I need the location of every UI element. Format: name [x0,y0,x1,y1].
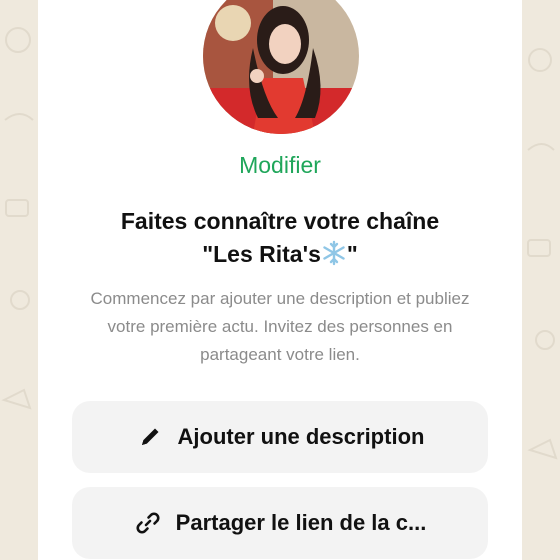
link-icon [136,512,160,534]
edit-avatar-link[interactable]: Modifier [0,152,560,179]
add-description-button[interactable]: Ajouter une description [72,401,488,473]
snowflake-icon [323,240,345,266]
add-description-label: Ajouter une description [177,424,425,449]
channel-promo-description: Commencez par ajouter une description et… [90,289,470,364]
pencil-icon [141,428,159,445]
channel-name: "Les Rita's [202,241,321,267]
share-link-label: Partager le lien de la c... [175,510,427,535]
title-closing-quote: " [346,241,358,267]
share-link-button[interactable]: Partager le lien de la c... [72,487,488,559]
title-line-1: Faites connaître votre chaîne [120,208,440,234]
title-line-2: "Les Rita's " [60,238,500,271]
channel-promo-title: Faites connaître votre chaîne "Les Rita'… [60,205,500,271]
